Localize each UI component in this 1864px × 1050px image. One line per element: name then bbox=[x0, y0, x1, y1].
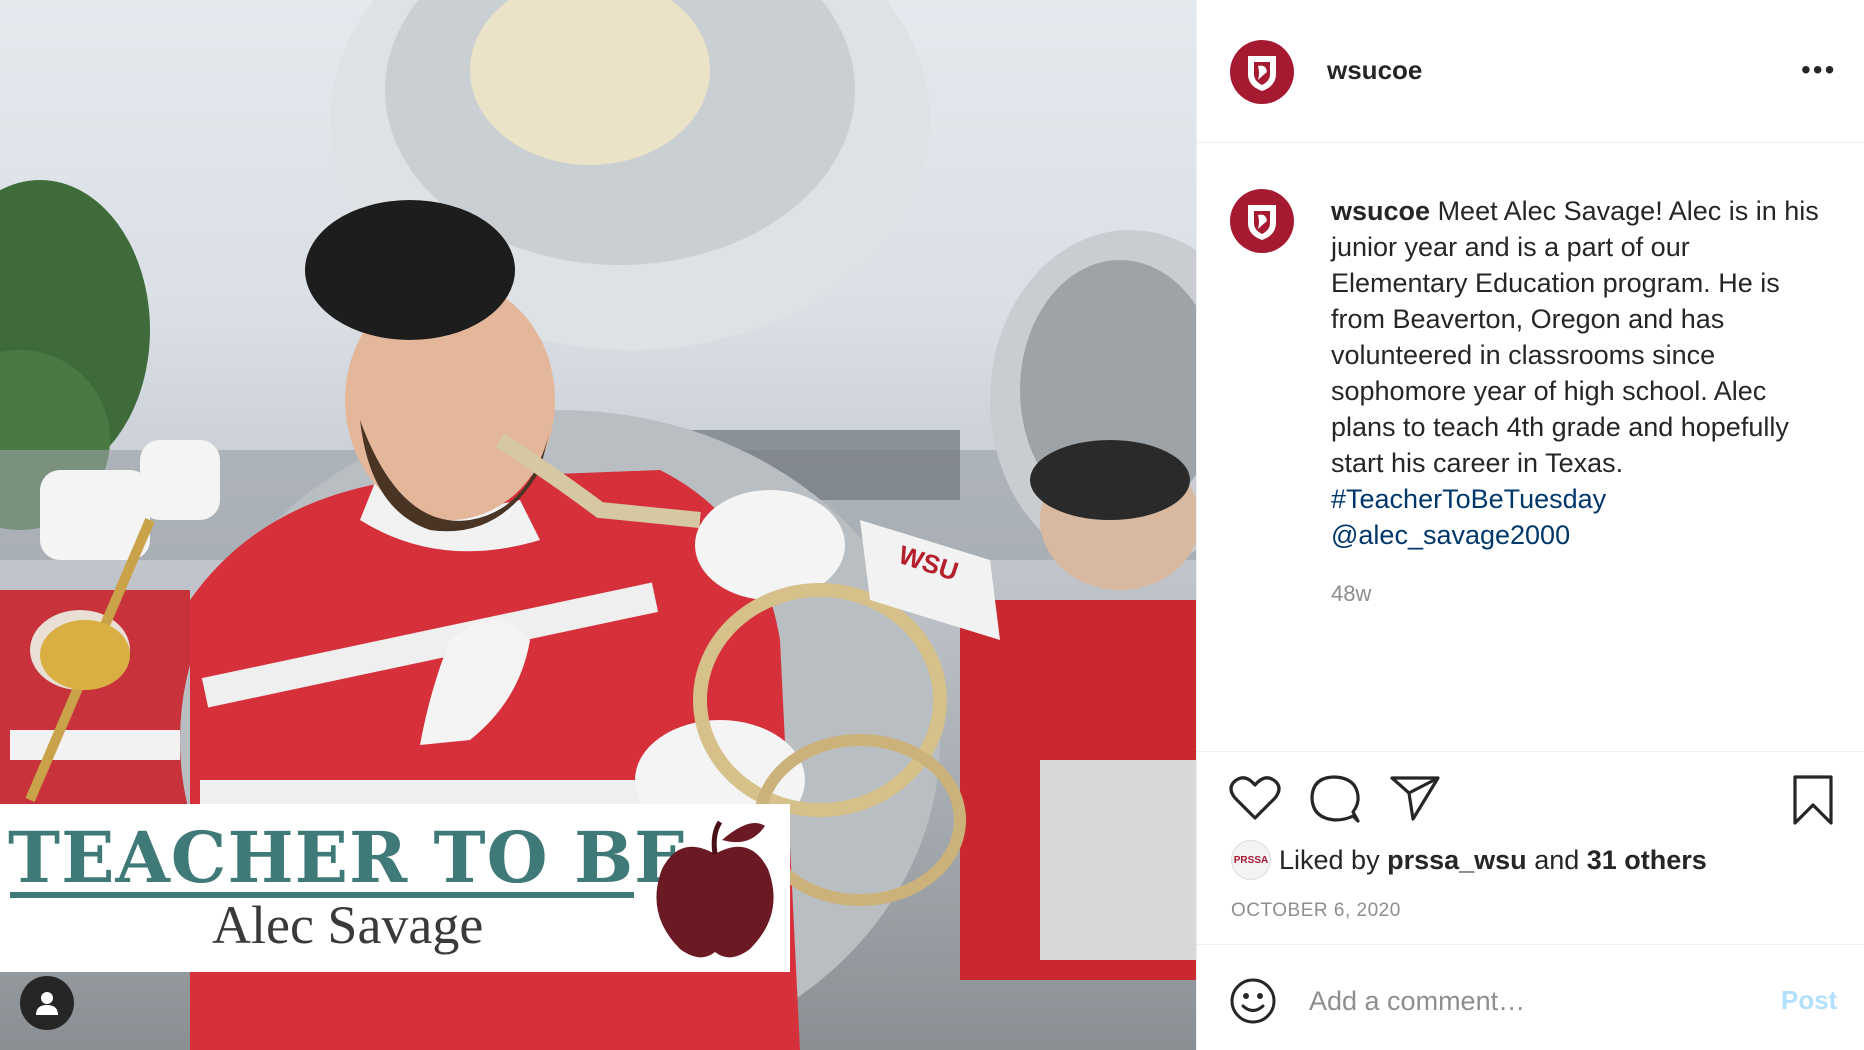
caption-text: wsucoe Meet Alec Savage! Alec is in his … bbox=[1331, 193, 1831, 553]
smiley-icon[interactable] bbox=[1229, 977, 1277, 1025]
caption-username[interactable]: wsucoe bbox=[1331, 196, 1430, 226]
comment-input[interactable] bbox=[1309, 981, 1749, 1021]
post-comment-button[interactable]: Post bbox=[1781, 985, 1837, 1016]
bookmark-icon[interactable] bbox=[1791, 774, 1835, 826]
person-icon bbox=[36, 992, 58, 1015]
likes-and: and bbox=[1534, 844, 1580, 875]
hashtag-link[interactable]: #TeacherToBeTuesday bbox=[1331, 481, 1831, 517]
comment-icon[interactable] bbox=[1309, 774, 1361, 824]
caption-body: Meet Alec Savage! Alec is in his junior … bbox=[1331, 196, 1819, 478]
liker-avatar[interactable]: PRSSA bbox=[1231, 840, 1271, 880]
likes-summary: PRSSA Liked by prssa_wsu and 31 others bbox=[1231, 840, 1707, 880]
send-icon[interactable] bbox=[1389, 774, 1441, 822]
likes-others-count[interactable]: 31 others bbox=[1587, 845, 1707, 876]
caption-avatar[interactable] bbox=[1230, 189, 1294, 253]
apple-icon bbox=[656, 820, 774, 958]
banner-title: TEACHER TO BE bbox=[8, 816, 689, 899]
post-date[interactable]: OCTOBER 6, 2020 bbox=[1231, 900, 1401, 922]
header-username[interactable]: wsucoe bbox=[1327, 55, 1422, 86]
post-image[interactable]: WSU TEACHER TO BE Alec Savage bbox=[0, 0, 1196, 1050]
post-header: wsucoe ••• bbox=[1197, 0, 1864, 143]
heart-icon[interactable] bbox=[1229, 774, 1281, 822]
wsu-shield-icon bbox=[1248, 56, 1276, 91]
comment-bar: Post bbox=[1197, 944, 1864, 1050]
caption-area: wsucoe Meet Alec Savage! Alec is in his … bbox=[1197, 143, 1864, 751]
post-details-panel: wsucoe ••• wsucoe Meet Alec Savage! Alec… bbox=[1196, 0, 1864, 1050]
more-options-button[interactable]: ••• bbox=[1801, 56, 1836, 84]
banner-name: Alec Savage bbox=[212, 895, 484, 955]
wsu-shield-icon bbox=[1248, 205, 1276, 240]
mention-link[interactable]: @alec_savage2000 bbox=[1331, 517, 1831, 553]
profile-avatar[interactable] bbox=[1230, 40, 1294, 104]
teacher-banner: TEACHER TO BE Alec Savage bbox=[0, 804, 790, 972]
actions-section: PRSSA Liked by prssa_wsu and 31 others O… bbox=[1197, 751, 1864, 946]
likes-prefix: Liked by bbox=[1279, 844, 1380, 875]
tagged-users-button[interactable] bbox=[20, 976, 74, 1030]
liker-username[interactable]: prssa_wsu bbox=[1387, 845, 1527, 876]
caption-time-ago[interactable]: 48w bbox=[1331, 581, 1371, 607]
